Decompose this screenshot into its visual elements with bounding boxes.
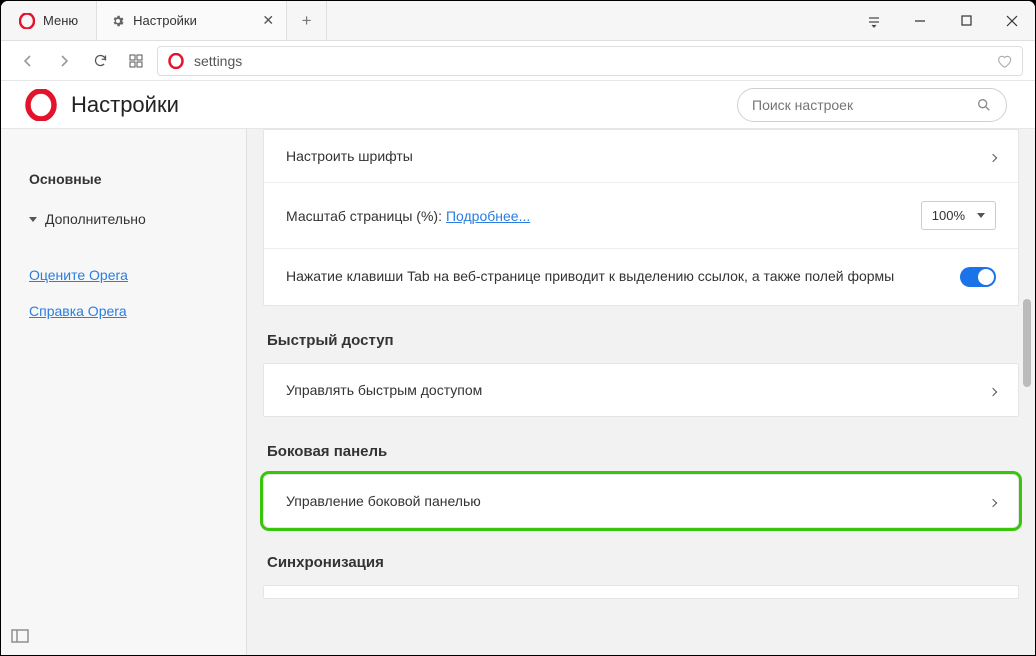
row-tab-key-focus: Нажатие клавиши Tab на веб-странице прив… [264, 248, 1018, 305]
address-input[interactable] [194, 53, 986, 69]
opera-icon [168, 53, 184, 69]
zoom-learn-more-link[interactable]: Подробнее... [446, 208, 530, 224]
speed-dial-button[interactable] [121, 47, 151, 75]
row-manage-sidebar[interactable]: Управление боковой панелью [263, 474, 1019, 528]
tab-menu-icon [867, 14, 881, 28]
settings-search[interactable] [737, 88, 1007, 122]
chevron-down-icon [29, 217, 37, 222]
browser-window: Меню Настройки ✕ + [0, 0, 1036, 656]
search-icon [976, 97, 992, 113]
maximize-button[interactable] [943, 1, 989, 40]
section-title-speed-dial: Быстрый доступ [263, 306, 1019, 363]
chevron-right-icon [57, 54, 71, 68]
row-sync-partial[interactable] [263, 585, 1019, 599]
section-title-sync: Синхронизация [263, 528, 1019, 585]
settings-main[interactable]: Настроить шрифты Масштаб страницы (%): П… [247, 129, 1035, 655]
maximize-icon [961, 15, 972, 26]
tab-settings[interactable]: Настройки ✕ [97, 1, 287, 40]
heart-icon[interactable] [996, 53, 1012, 69]
chevron-left-icon [21, 54, 35, 68]
forward-button[interactable] [49, 47, 79, 75]
back-button[interactable] [13, 47, 43, 75]
opera-icon [19, 13, 35, 29]
sidebar-link-help-opera[interactable]: Справка Opera [1, 293, 246, 329]
settings-header: Настройки [1, 81, 1035, 129]
close-icon [1006, 15, 1018, 27]
tab-label: Настройки [133, 13, 254, 28]
address-input-wrap[interactable] [157, 46, 1023, 76]
address-bar [1, 41, 1035, 81]
row-configure-fonts[interactable]: Настроить шрифты [264, 130, 1018, 182]
gear-icon [111, 14, 125, 28]
settings-body: Основные Дополнительно Оцените Opera Спр… [1, 129, 1035, 655]
chevron-right-icon [990, 493, 996, 509]
titlebar: Меню Настройки ✕ + [1, 1, 1035, 41]
sidebar-panel-toggle[interactable] [11, 629, 29, 643]
tab-key-toggle[interactable] [960, 267, 996, 287]
reload-button[interactable] [85, 47, 115, 75]
scrollbar-thumb[interactable] [1023, 299, 1031, 387]
window-close-button[interactable] [989, 1, 1035, 40]
appearance-section: Настроить шрифты Масштаб страницы (%): П… [263, 129, 1019, 306]
opera-icon [25, 89, 57, 121]
zoom-select[interactable]: 100% [921, 201, 996, 230]
reload-icon [93, 53, 108, 68]
chevron-right-icon [990, 382, 996, 398]
tab-menu-button[interactable] [851, 1, 897, 40]
minimize-button[interactable] [897, 1, 943, 40]
minimize-icon [914, 15, 926, 27]
settings-search-input[interactable] [752, 97, 976, 113]
sidebar-item-label: Дополнительно [45, 211, 146, 227]
menu-label: Меню [43, 13, 78, 28]
sidebar-item-advanced[interactable]: Дополнительно [1, 199, 246, 239]
close-icon[interactable]: ✕ [262, 12, 274, 29]
settings-sidebar: Основные Дополнительно Оцените Opera Спр… [1, 129, 247, 655]
sidebar-item-basic[interactable]: Основные [1, 159, 246, 199]
row-label: Управлять быстрым доступом [286, 382, 482, 398]
row-label: Управление боковой панелью [286, 493, 481, 509]
new-tab-button[interactable]: + [287, 1, 327, 40]
zoom-value: 100% [932, 208, 965, 223]
panel-icon [11, 629, 29, 643]
chevron-right-icon [990, 148, 996, 164]
window-controls [851, 1, 1035, 40]
page-title: Настройки [71, 92, 179, 118]
row-label: Настроить шрифты [286, 148, 413, 164]
chevron-down-icon [977, 213, 985, 218]
sidebar-link-rate-opera[interactable]: Оцените Opera [1, 257, 246, 293]
row-page-zoom: Масштаб страницы (%): Подробнее... 100% [264, 182, 1018, 248]
row-label: Нажатие клавиши Tab на веб-странице прив… [286, 267, 960, 287]
row-label: Масштаб страницы (%): [286, 208, 442, 224]
row-manage-speed-dial[interactable]: Управлять быстрым доступом [263, 363, 1019, 417]
scrollbar[interactable] [1015, 129, 1035, 655]
section-title-sidebar: Боковая панель [263, 417, 1019, 474]
grid-icon [129, 54, 143, 68]
sidebar-item-label: Основные [29, 171, 102, 187]
page-content: Настройки Основные Дополнительно [1, 81, 1035, 655]
menu-button[interactable]: Меню [1, 1, 97, 40]
